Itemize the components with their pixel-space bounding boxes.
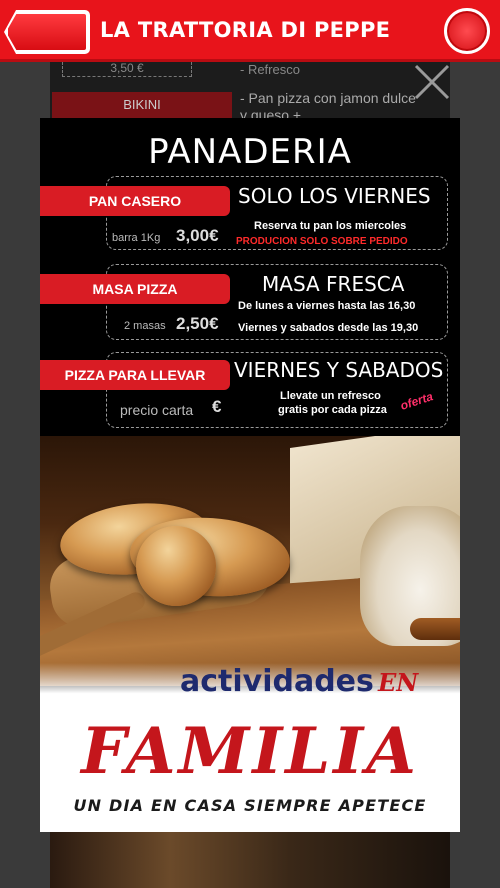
text-lunes-viernes: De lunes a viernes hasta las 16,30 — [238, 300, 416, 312]
bread-roll — [136, 526, 216, 606]
background-price-desc: - Refresco — [240, 62, 300, 77]
heading-viernes-sabados: VIERNES Y SABADOS — [234, 358, 444, 382]
tag-pizza-para-llevar: PIZZA PARA LLEVAR — [40, 360, 230, 390]
tag-masa-pizza: MASA PIZZA — [40, 274, 230, 304]
poster-title: PANADERIA — [148, 132, 352, 172]
ad-actividades: actividades — [180, 664, 374, 699]
price-pizza-llevar: € — [212, 397, 222, 416]
back-button[interactable] — [6, 12, 88, 52]
ad-en: EN — [378, 668, 419, 697]
panaderia-poster: PANADERIA PAN CASERO SOLO LOS VIERNES Re… — [40, 118, 460, 832]
tag-pan-casero: PAN CASERO — [40, 186, 230, 216]
app-title: LA TRATTORIA DI PEPPE — [100, 18, 391, 42]
price-label-carta: precio carta — [120, 402, 194, 418]
menu-circle-button[interactable] — [444, 8, 490, 54]
background-price: 3,50 € — [62, 62, 192, 77]
price-masa-pizza: 2,50€ — [176, 314, 219, 333]
text-llevate-refresco: Llevate un refresco — [280, 390, 381, 402]
heading-masa-fresca: MASA FRESCA — [262, 272, 405, 296]
background-bread-image — [50, 832, 450, 888]
bread-photo — [40, 436, 460, 686]
app-header: LA TRATTORIA DI PEPPE — [0, 0, 500, 62]
heading-solo-los-viernes: SOLO LOS VIERNES — [238, 184, 431, 208]
price-label-masas: 2 masas — [124, 320, 166, 332]
rolling-pin — [410, 618, 460, 640]
menu-item-bikini[interactable]: BIKINI — [52, 92, 232, 118]
text-viernes-sabados: Viernes y sabados desde las 19,30 — [238, 322, 419, 334]
price-pan-casero: 3,00€ — [176, 226, 219, 245]
ad-familia: FAMILIA — [81, 714, 419, 789]
price-label-barra: barra 1Kg — [112, 232, 161, 244]
text-reserva: Reserva tu pan los miercoles — [254, 220, 407, 232]
close-icon[interactable] — [412, 62, 452, 102]
ad-tagline: UN DIA EN CASA SIEMPRE APETECE — [73, 796, 427, 815]
text-gratis-pizza: gratis por cada pizza — [278, 404, 387, 416]
text-produccion: PRODUCION SOLO SOBRE PEDIDO — [236, 236, 408, 247]
